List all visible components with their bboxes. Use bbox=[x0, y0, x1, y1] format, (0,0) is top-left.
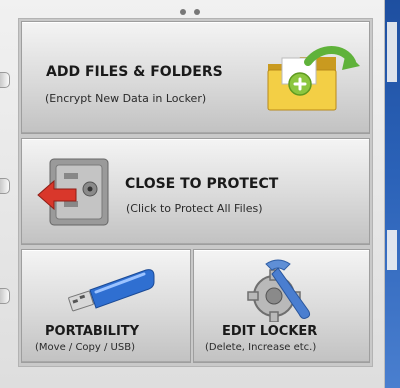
button-panel: ADD FILES & FOLDERS (Encrypt New Data in… bbox=[18, 18, 373, 367]
folder-add-icon bbox=[267, 46, 360, 111]
hinge bbox=[0, 72, 10, 88]
add-files-title: ADD FILES & FOLDERS bbox=[46, 64, 223, 80]
add-files-button[interactable]: ADD FILES & FOLDERS (Encrypt New Data in… bbox=[21, 21, 370, 134]
edit-locker-button[interactable]: EDIT LOCKER (Delete, Increase etc.) bbox=[193, 249, 370, 363]
top-dot bbox=[194, 9, 200, 15]
locker-window: ADD FILES & FOLDERS (Encrypt New Data in… bbox=[0, 0, 385, 388]
portability-button[interactable]: PORTABILITY (Move / Copy / USB) bbox=[21, 249, 191, 363]
portability-title: PORTABILITY bbox=[45, 324, 140, 339]
add-files-subtitle: (Encrypt New Data in Locker) bbox=[45, 92, 207, 105]
usb-drive-icon bbox=[68, 269, 155, 312]
close-to-protect-button[interactable]: CLOSE TO PROTECT (Click to Protect All F… bbox=[21, 138, 370, 245]
gear-wrench-icon bbox=[247, 259, 311, 322]
close-to-protect-subtitle: (Click to Protect All Files) bbox=[126, 202, 263, 215]
portability-subtitle: (Move / Copy / USB) bbox=[35, 342, 135, 353]
background-strip bbox=[387, 22, 397, 82]
edit-locker-subtitle: (Delete, Increase etc.) bbox=[205, 342, 317, 353]
safe-icon bbox=[37, 158, 109, 226]
hinge bbox=[0, 288, 10, 304]
hinge bbox=[0, 178, 10, 194]
close-to-protect-title: CLOSE TO PROTECT bbox=[125, 176, 279, 192]
background-strip bbox=[387, 230, 397, 270]
edit-locker-title: EDIT LOCKER bbox=[222, 324, 318, 339]
top-dot bbox=[180, 9, 186, 15]
desktop-background bbox=[384, 0, 400, 388]
